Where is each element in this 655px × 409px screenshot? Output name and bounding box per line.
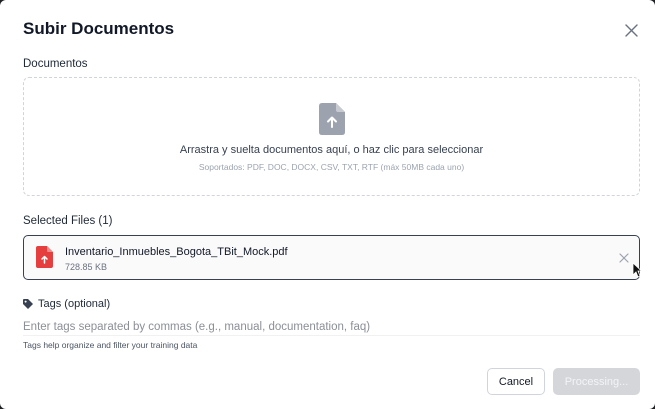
documents-label: Documentos xyxy=(23,58,88,70)
tags-label-text: Tags (optional) xyxy=(38,298,111,310)
close-button[interactable] xyxy=(620,19,642,41)
modal-title: Subir Documentos xyxy=(23,19,175,38)
tags-label: Tags (optional) xyxy=(23,298,110,310)
processing-button[interactable]: Processing... xyxy=(553,368,640,395)
tags-input[interactable] xyxy=(23,318,640,336)
file-upload-icon xyxy=(319,103,345,135)
upload-documents-modal: Subir Documentos Documentos Arrastra y s… xyxy=(0,0,655,409)
pdf-file-icon xyxy=(36,246,53,268)
close-icon xyxy=(624,23,638,37)
remove-file-button[interactable] xyxy=(616,250,632,266)
tags-help-text: Tags help organize and filter your train… xyxy=(23,340,198,350)
document-dropzone[interactable]: Arrastra y suelta documentos aquí, o haz… xyxy=(23,77,640,196)
selected-files-label: Selected Files (1) xyxy=(23,215,113,227)
tag-icon xyxy=(23,299,33,309)
cancel-button[interactable]: Cancel xyxy=(487,368,545,395)
dropzone-supported-formats: Soportados: PDF, DOC, DOCX, CSV, TXT, RT… xyxy=(198,162,465,172)
dropzone-instructions: Arrastra y suelta documentos aquí, o haz… xyxy=(179,144,484,156)
mouse-cursor-icon xyxy=(632,262,642,278)
file-size: 728.85 KB xyxy=(65,262,108,272)
file-name: Inventario_Inmuebles_Bogota_TBit_Mock.pd… xyxy=(65,246,288,258)
close-icon xyxy=(619,253,629,263)
file-list-item: Inventario_Inmuebles_Bogota_TBit_Mock.pd… xyxy=(23,235,640,280)
